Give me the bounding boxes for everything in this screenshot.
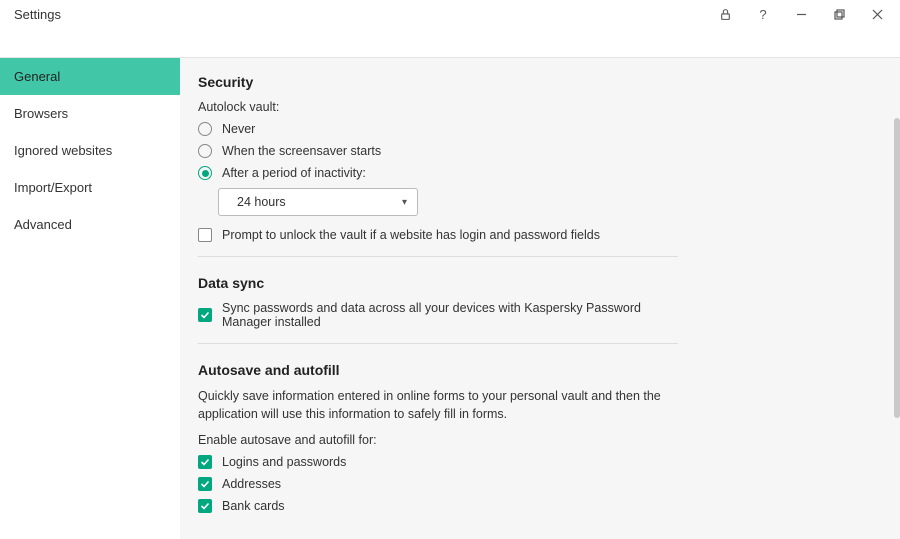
radio-option-inactivity[interactable]: After a period of inactivity: bbox=[198, 166, 678, 180]
sidebar: General Browsers Ignored websites Import… bbox=[0, 58, 180, 539]
checkbox-option-prompt-unlock[interactable]: Prompt to unlock the vault if a website … bbox=[198, 228, 678, 242]
autolock-label: Autolock vault: bbox=[198, 100, 678, 114]
radio-label: When the screensaver starts bbox=[222, 144, 381, 158]
autosave-description: Quickly save information entered in onli… bbox=[198, 388, 678, 423]
divider bbox=[198, 256, 678, 257]
sidebar-item-import-export[interactable]: Import/Export bbox=[0, 169, 180, 206]
help-icon[interactable]: ? bbox=[744, 0, 782, 28]
checkbox-icon bbox=[198, 477, 212, 491]
chevron-down-icon: ▾ bbox=[402, 197, 407, 208]
select-value: 24 hours bbox=[237, 195, 286, 209]
checkbox-option-logins[interactable]: Logins and passwords bbox=[198, 455, 678, 469]
sidebar-item-general[interactable]: General bbox=[0, 58, 180, 95]
maximize-icon[interactable] bbox=[820, 0, 858, 28]
header-separator bbox=[0, 28, 900, 58]
radio-option-screensaver[interactable]: When the screensaver starts bbox=[198, 144, 678, 158]
radio-icon bbox=[198, 166, 212, 180]
lock-icon[interactable] bbox=[706, 0, 744, 28]
sidebar-item-advanced[interactable]: Advanced bbox=[0, 206, 180, 243]
checkbox-label: Logins and passwords bbox=[222, 455, 346, 469]
checkbox-option-sync[interactable]: Sync passwords and data across all your … bbox=[198, 301, 678, 329]
layout: General Browsers Ignored websites Import… bbox=[0, 58, 900, 539]
radio-label: After a period of inactivity: bbox=[222, 166, 366, 180]
security-heading: Security bbox=[198, 74, 678, 90]
inactivity-period-select[interactable]: 24 hours ▾ bbox=[218, 188, 418, 216]
autosave-enable-label: Enable autosave and autofill for: bbox=[198, 433, 678, 447]
checkbox-option-bankcards[interactable]: Bank cards bbox=[198, 499, 678, 513]
section-datasync: Data sync Sync passwords and data across… bbox=[198, 275, 678, 344]
close-icon[interactable] bbox=[858, 0, 896, 28]
section-autosave: Autosave and autofill Quickly save infor… bbox=[198, 362, 678, 513]
minimize-icon[interactable] bbox=[782, 0, 820, 28]
checkbox-icon bbox=[198, 455, 212, 469]
divider bbox=[198, 343, 678, 344]
checkbox-label: Addresses bbox=[222, 477, 281, 491]
sidebar-item-browsers[interactable]: Browsers bbox=[0, 95, 180, 132]
content: Security Autolock vault: Never When the … bbox=[180, 58, 900, 539]
radio-option-never[interactable]: Never bbox=[198, 122, 678, 136]
radio-label: Never bbox=[222, 122, 255, 136]
radio-icon bbox=[198, 122, 212, 136]
titlebar: Settings ? bbox=[0, 0, 900, 28]
checkbox-label: Bank cards bbox=[222, 499, 285, 513]
checkbox-option-addresses[interactable]: Addresses bbox=[198, 477, 678, 491]
checkbox-label: Sync passwords and data across all your … bbox=[222, 301, 678, 329]
autosave-heading: Autosave and autofill bbox=[198, 362, 678, 378]
scrollbar-thumb[interactable] bbox=[894, 118, 900, 418]
window-title: Settings bbox=[4, 7, 706, 22]
checkbox-icon bbox=[198, 228, 212, 242]
checkbox-icon bbox=[198, 308, 212, 322]
checkbox-icon bbox=[198, 499, 212, 513]
section-security: Security Autolock vault: Never When the … bbox=[198, 74, 678, 257]
checkbox-label: Prompt to unlock the vault if a website … bbox=[222, 228, 600, 242]
datasync-heading: Data sync bbox=[198, 275, 678, 291]
sidebar-item-ignored-websites[interactable]: Ignored websites bbox=[0, 132, 180, 169]
radio-icon bbox=[198, 144, 212, 158]
